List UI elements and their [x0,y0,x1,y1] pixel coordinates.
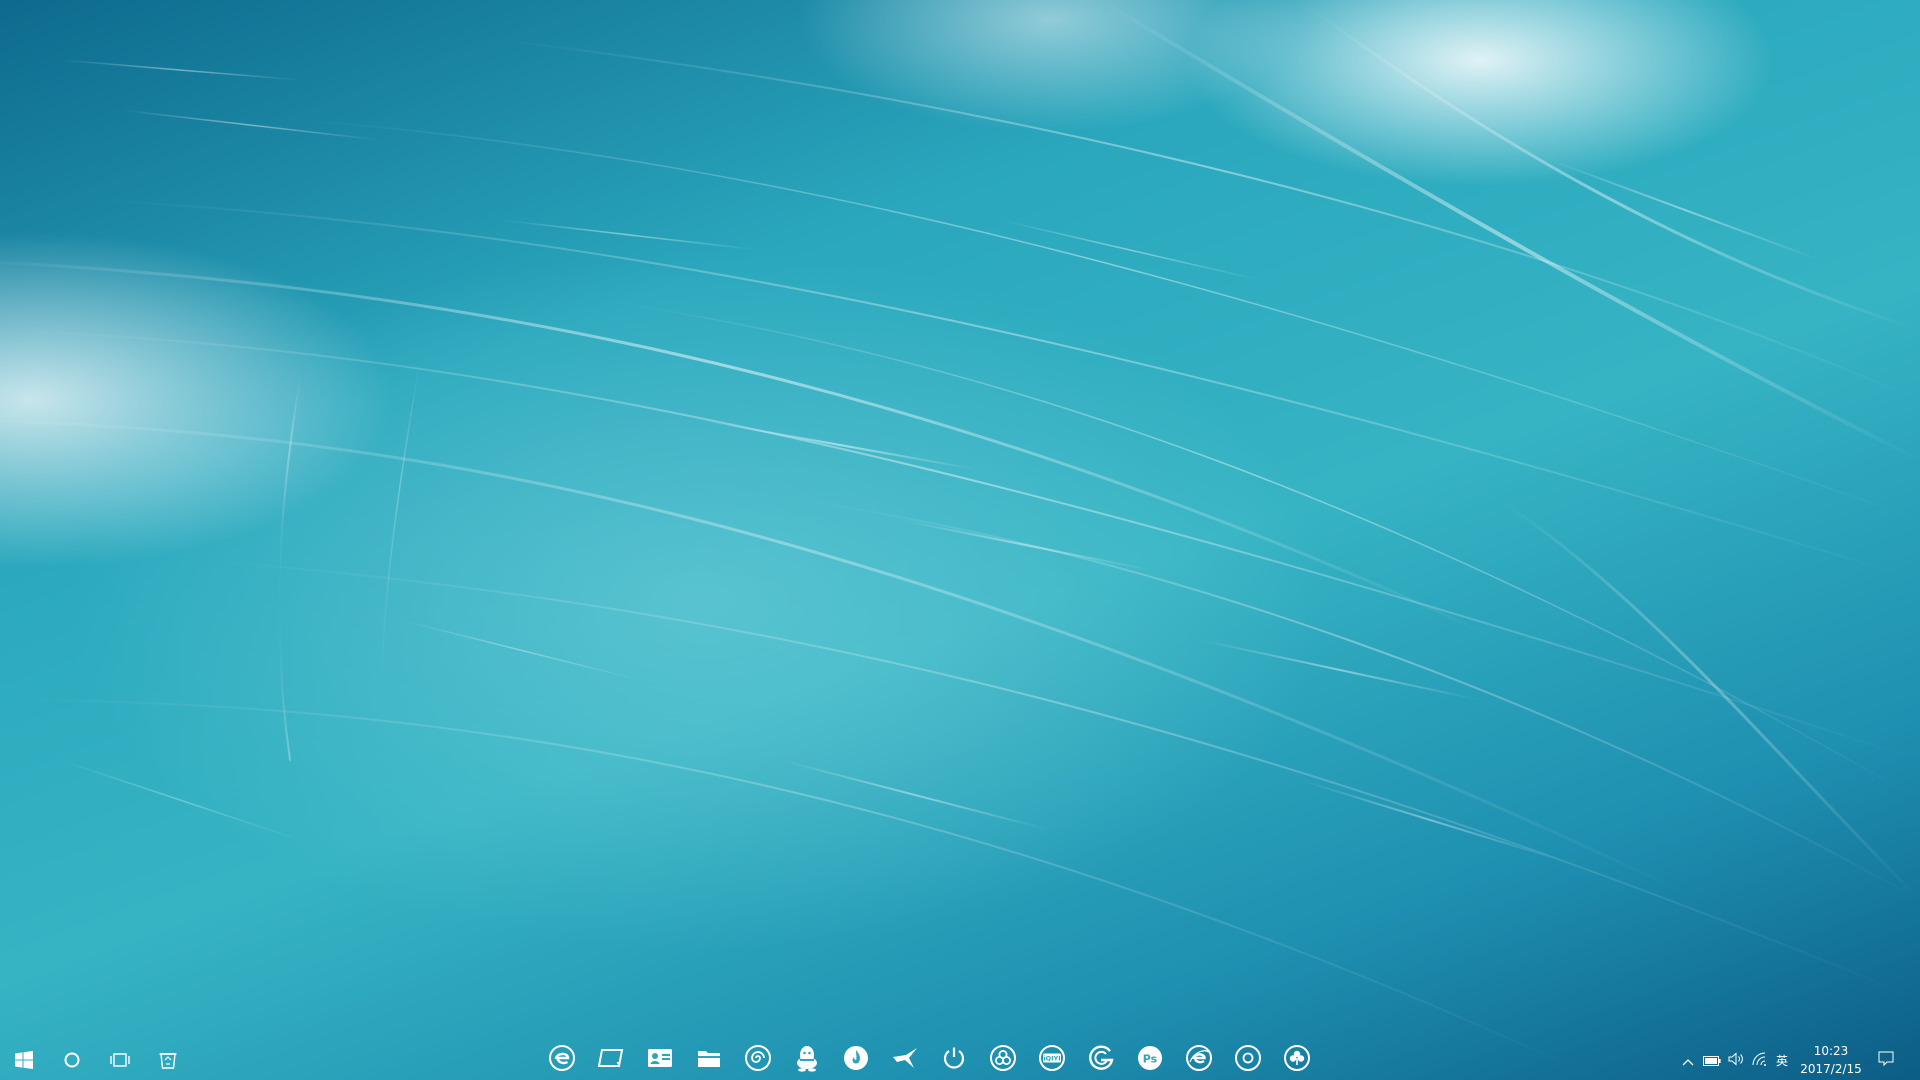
desktop-wallpaper [0,0,1920,1080]
circles-app-icon [990,1045,1016,1075]
task-view-icon [110,1052,130,1068]
recycle-bin-icon [158,1050,178,1070]
ie-browser-icon [1186,1045,1212,1075]
photoshop-logo-text: Ps [1143,1053,1158,1066]
show-hidden-icons-button[interactable] [1676,1040,1700,1080]
contact-card-button[interactable] [636,1040,684,1080]
network-button[interactable] [1748,1040,1772,1080]
action-center-icon [1878,1051,1894,1070]
qq-button[interactable] [783,1040,831,1080]
target-app-icon [1235,1045,1261,1075]
battery-icon [1703,1051,1721,1070]
iqiyi-logo-text: iQIYI [1043,1055,1060,1063]
action-center-button[interactable] [1868,1040,1904,1080]
power-button[interactable] [930,1040,978,1080]
file-explorer-icon [697,1048,721,1072]
iqiyi-button[interactable]: iQIYI [1028,1040,1076,1080]
recycle-bin-button[interactable] [144,1040,192,1080]
photoshop-icon: Ps [1137,1045,1163,1075]
wallpaper-streaks [0,0,1920,1080]
cortana-search-icon [64,1052,80,1068]
target-app-button[interactable] [1224,1040,1272,1080]
clock-date: 2017/2/15 [1800,1062,1862,1076]
edge-browser-button[interactable] [538,1040,586,1080]
start-button[interactable] [0,1040,48,1080]
tablet-icon [597,1048,624,1072]
contact-card-icon [647,1048,673,1072]
tablet-button[interactable] [587,1040,635,1080]
battery-button[interactable] [1700,1040,1724,1080]
wifi-icon [1752,1051,1768,1070]
iqiyi-icon: iQIYI [1038,1045,1066,1075]
circles-app-button[interactable] [979,1040,1027,1080]
spiral-app-icon [745,1045,771,1075]
cortana-button[interactable] [48,1040,96,1080]
windows-start-icon [15,1051,33,1069]
chevron-up-icon [1682,1051,1694,1070]
photoshop-button[interactable]: Ps [1126,1040,1174,1080]
flame-app-button[interactable] [832,1040,880,1080]
volume-icon [1728,1051,1744,1070]
volume-button[interactable] [1724,1040,1748,1080]
bird-app-icon [892,1047,918,1073]
flame-app-icon [843,1045,869,1075]
bird-app-button[interactable] [881,1040,929,1080]
qq-penguin-icon [794,1044,820,1076]
task-view-button[interactable] [96,1040,144,1080]
clover-app-button[interactable] [1273,1040,1321,1080]
clock-time: 10:23 [1813,1044,1849,1058]
clock[interactable]: 10:23 2017/2/15 [1786,1040,1876,1080]
edge-browser-icon [549,1045,575,1075]
file-explorer-button[interactable] [685,1040,733,1080]
power-icon [942,1046,966,1074]
g-app-button[interactable] [1077,1040,1125,1080]
clover-app-icon [1284,1045,1310,1075]
taskbar: iQIYI Ps 英 10:23 2017/2/15 [0,1040,1920,1080]
spiral-app-button[interactable] [734,1040,782,1080]
ie-browser-button[interactable] [1175,1040,1223,1080]
g-app-icon [1088,1045,1114,1075]
